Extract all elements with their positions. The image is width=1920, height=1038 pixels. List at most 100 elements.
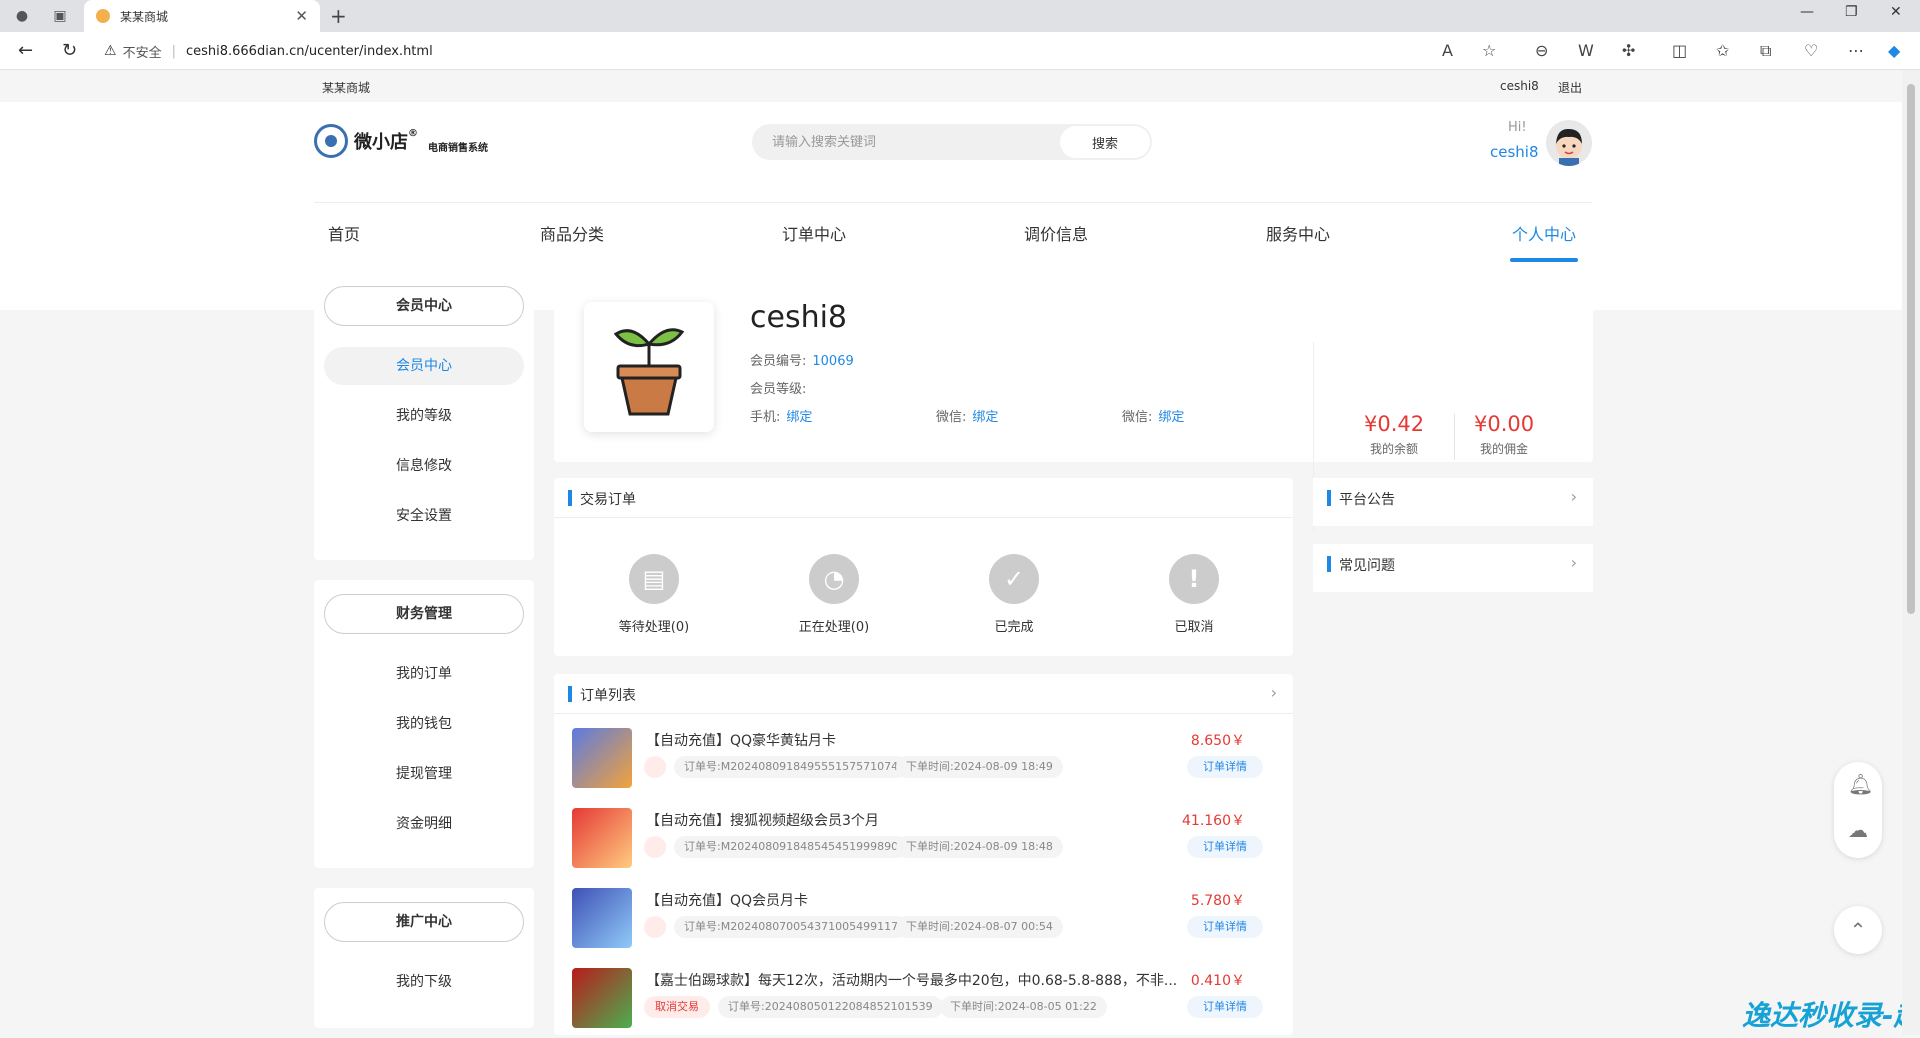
restore-icon[interactable]: ❐ <box>1845 4 1858 20</box>
faq-title: 常见问题 <box>1339 558 1395 574</box>
list-item[interactable]: 【嘉士伯踢球款】每天12次，活动期内一个号最多中20包，中0.68-5.8-88… <box>554 958 1293 1038</box>
section-bar <box>568 686 572 702</box>
url-field[interactable]: ⚠ 不安全 | ceshi8.666dian.cn/ucenter/index.… <box>104 37 1444 65</box>
greeting: Hi! <box>1508 120 1527 135</box>
order-detail-button[interactable]: 订单详情 <box>1187 756 1263 778</box>
minimize-icon[interactable]: — <box>1800 4 1814 20</box>
wechat-label: 微信: <box>936 410 967 425</box>
bell-icon[interactable]: 🔔︎ <box>1848 772 1873 796</box>
exclamation-icon: ! <box>1169 554 1219 604</box>
check-icon: ✓ <box>989 554 1039 604</box>
favorites-icon[interactable]: ✩ <box>1716 41 1729 60</box>
bind-wechat-link[interactable]: 绑定 <box>972 410 998 425</box>
order-detail-button[interactable]: 订单详情 <box>1187 836 1263 858</box>
order-price: 5.780￥ <box>1190 893 1245 909</box>
product-thumbnail <box>572 808 632 868</box>
nav-price-info[interactable]: 调价信息 <box>1024 221 1088 245</box>
order-tag <box>644 836 666 858</box>
top-strip: 某某商城 ceshi8 退出 <box>0 70 1902 102</box>
back-icon[interactable]: ← <box>18 40 33 61</box>
balance-divider <box>1454 414 1455 460</box>
tab-actions-icon[interactable]: ▣ <box>50 6 70 26</box>
back-to-top-button[interactable]: ⌃ <box>1834 906 1882 954</box>
site-name[interactable]: 某某商城 <box>322 79 370 96</box>
order-title[interactable]: 【自动充值】QQ会员月卡 <box>646 890 808 910</box>
order-title[interactable]: 【嘉士伯踢球款】每天12次，活动期内一个号最多中20包，中0.68-5.8-88… <box>646 970 1177 990</box>
status-completed[interactable]: ✓ 已完成 <box>944 554 1084 635</box>
new-tab-icon[interactable]: + <box>330 4 347 28</box>
sidebar-group-title[interactable]: 会员中心 <box>324 286 524 326</box>
sidebar-item-member-center[interactable]: 会员中心 <box>324 347 524 385</box>
sidebar-item-my-orders[interactable]: 我的订单 <box>324 655 524 693</box>
scrollbar-thumb[interactable] <box>1907 84 1915 614</box>
close-window-icon[interactable]: ✕ <box>1890 4 1902 20</box>
commission-amount: ¥0.00 <box>1474 412 1535 436</box>
avatar[interactable] <box>1546 120 1592 166</box>
puzzle-icon[interactable]: ✣ <box>1622 41 1635 60</box>
copilot-icon[interactable]: ◆ <box>1888 41 1900 60</box>
status-cancelled[interactable]: ! 已取消 <box>1124 554 1264 635</box>
word-icon[interactable]: W <box>1578 41 1594 60</box>
bind-phone-link[interactable]: 绑定 <box>786 410 812 425</box>
order-detail-button[interactable]: 订单详情 <box>1187 996 1263 1018</box>
platform-notice[interactable]: 平台公告 › <box>1313 478 1593 526</box>
order-title[interactable]: 【自动充值】QQ豪华黄钻月卡 <box>646 730 836 750</box>
order-list-header[interactable]: 订单列表 › <box>554 674 1293 714</box>
status-pending-label: 等待处理(0) <box>618 620 690 635</box>
sidebar-item-security[interactable]: 安全设置 <box>324 497 524 535</box>
more-icon[interactable]: ⋯ <box>1848 41 1864 60</box>
nav-personal-center[interactable]: 个人中心 <box>1512 221 1576 245</box>
logout-link[interactable]: 退出 <box>1558 79 1582 96</box>
balance-amount: ¥0.42 <box>1364 412 1425 436</box>
split-screen-icon[interactable]: ◫ <box>1672 41 1687 60</box>
profile-icon[interactable]: ● <box>12 6 32 26</box>
commission-block[interactable]: ¥0.00 我的佣金 <box>1474 412 1534 457</box>
sidebar-item-subordinates[interactable]: 我的下级 <box>324 963 524 1001</box>
member-no: 10069 <box>812 354 854 369</box>
logo[interactable]: 微小店® 电商销售系统 <box>314 124 488 158</box>
logo-mark-icon <box>314 124 348 158</box>
balance-block[interactable]: ¥0.42 我的余额 <box>1364 412 1424 457</box>
search-input[interactable] <box>752 134 1060 150</box>
order-title[interactable]: 【自动充值】搜狐视频超级会员3个月 <box>646 810 879 830</box>
nav-home[interactable]: 首页 <box>328 221 360 245</box>
order-number: 订单号:M20240809184854545199989​0 <box>674 836 909 858</box>
collections-icon[interactable]: ⧉ <box>1760 41 1771 61</box>
warning-icon: ⚠ <box>104 43 117 59</box>
sidebar-item-my-level[interactable]: 我的等级 <box>324 397 524 435</box>
status-cancelled-label: 已取消 <box>1174 620 1214 635</box>
list-item[interactable]: 【自动充值】QQ会员月卡 5.780￥ 订单号:M202408070054371… <box>554 878 1293 958</box>
sidebar-item-funds[interactable]: 资金明细 <box>324 805 524 843</box>
sidebar-item-edit-info[interactable]: 信息修改 <box>324 447 524 485</box>
favorite-star-icon[interactable]: ☆ <box>1482 41 1496 60</box>
sidebar-item-wallet[interactable]: 我的钱包 <box>324 705 524 743</box>
order-detail-button[interactable]: 订单详情 <box>1187 916 1263 938</box>
close-tab-icon[interactable]: ✕ <box>295 7 308 25</box>
nav-active-underline <box>1510 258 1578 262</box>
status-pending[interactable]: ▤ 等待处理(0) <box>584 554 724 635</box>
sidebar-group-title[interactable]: 财务管理 <box>324 594 524 634</box>
search-button[interactable]: 搜索 <box>1060 126 1150 158</box>
refresh-icon[interactable]: ↻ <box>62 40 77 61</box>
section-bar <box>1327 556 1331 572</box>
sidebar-group-title[interactable]: 推广中心 <box>324 902 524 942</box>
sidebar-item-withdraw[interactable]: 提现管理 <box>324 755 524 793</box>
header-username[interactable]: ceshi8 <box>1490 143 1539 161</box>
nav-categories[interactable]: 商品分类 <box>540 221 604 245</box>
scrollbar[interactable] <box>1902 70 1920 1035</box>
status-processing[interactable]: ◔ 正在处理(0) <box>764 554 904 635</box>
heart-icon[interactable]: ♡ <box>1804 41 1818 60</box>
read-aloud-icon[interactable]: A <box>1442 41 1453 60</box>
bind-wechat2-link[interactable]: 绑定 <box>1158 410 1184 425</box>
order-tag <box>644 916 666 938</box>
browser-tab[interactable]: 某某商城 ✕ <box>84 0 320 32</box>
extension-icon[interactable]: ⊖ <box>1535 41 1548 60</box>
nav-service[interactable]: 服务中心 <box>1266 221 1330 245</box>
list-item[interactable]: 【自动充值】QQ豪华黄钻月卡 8.650￥ 订单号:M2024080918495… <box>554 718 1293 798</box>
wechat-icon[interactable]: ☁ <box>1848 818 1868 842</box>
list-item[interactable]: 【自动充值】搜狐视频超级会员3个月 41.160￥ 订单号:M202408091… <box>554 798 1293 878</box>
nav-orders[interactable]: 订单中心 <box>782 221 846 245</box>
phone-label: 手机: <box>750 410 781 425</box>
top-username[interactable]: ceshi8 <box>1500 79 1539 93</box>
faq-notice[interactable]: 常见问题 › <box>1313 544 1593 592</box>
